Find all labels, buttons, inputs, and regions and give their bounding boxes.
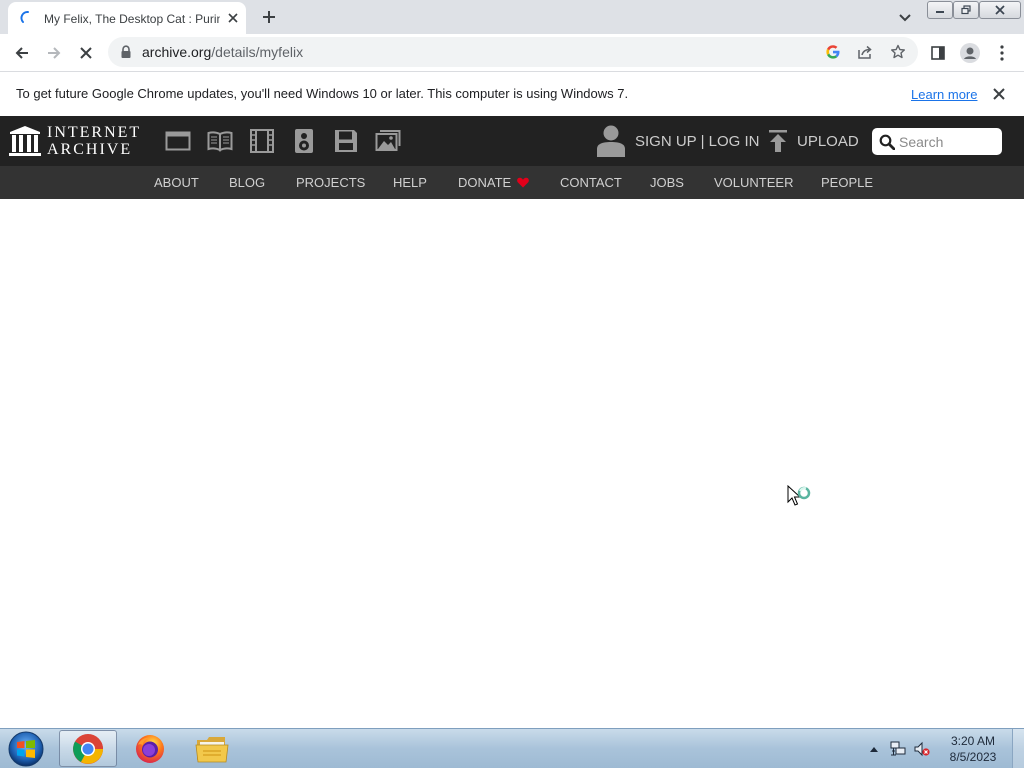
- update-infobar: To get future Google Chrome updates, you…: [0, 71, 1024, 116]
- upload-link[interactable]: UPLOAD: [797, 133, 859, 150]
- address-bar[interactable]: archive.org/details/myfelix: [108, 37, 918, 67]
- ia-wordmark-line1: INTERNET: [47, 124, 142, 141]
- close-window-button[interactable]: [979, 1, 1021, 19]
- side-panel-button[interactable]: [926, 41, 950, 65]
- busy-cursor-icon: [787, 485, 811, 506]
- nav-jobs[interactable]: JOBS: [650, 175, 684, 190]
- star-icon: [891, 44, 905, 59]
- taskbar-chrome[interactable]: [59, 730, 117, 767]
- restore-icon: [961, 5, 971, 15]
- url-path: /details/myfelix: [211, 44, 304, 60]
- chrome-icon: [73, 733, 104, 764]
- auth-links: SIGN UP | LOG IN: [635, 133, 760, 150]
- tab-strip: My Felix, The Desktop Cat : Purin: [0, 0, 1024, 34]
- texts-icon[interactable]: [207, 129, 233, 153]
- auth-separator: |: [696, 133, 709, 150]
- share-icon: [858, 45, 872, 59]
- loading-spinner-icon: [20, 11, 29, 23]
- clock-date: 8/5/2023: [949, 750, 997, 764]
- google-g-icon: [826, 45, 840, 59]
- search-icon[interactable]: [879, 134, 895, 150]
- close-icon: [995, 5, 1005, 15]
- clock-time: 3:20 AM: [950, 734, 996, 748]
- chevron-down-icon[interactable]: [894, 6, 916, 28]
- ia-top-nav: INTERNET ARCHIVE SIGN UP | LOG IN UPLOAD…: [0, 116, 1024, 166]
- browser-toolbar: archive.org/details/myfelix: [0, 34, 1024, 71]
- user-icon[interactable]: [596, 125, 626, 157]
- folder-icon: [195, 736, 229, 762]
- side-panel-icon: [931, 46, 945, 60]
- show-desktop-button[interactable]: [1012, 729, 1024, 768]
- google-translate-button[interactable]: [824, 43, 842, 61]
- sign-up-link[interactable]: SIGN UP: [635, 133, 696, 150]
- browser-tab-active[interactable]: My Felix, The Desktop Cat : Purin: [8, 2, 246, 34]
- ia-search-box: [872, 128, 1002, 155]
- new-tab-icon[interactable]: [258, 6, 280, 28]
- audio-icon[interactable]: [291, 129, 317, 153]
- nav-donate-label: DONATE: [458, 175, 512, 190]
- images-icon[interactable]: [375, 129, 401, 153]
- ia-wordmark-line2: ARCHIVE: [47, 141, 133, 158]
- url-host: archive.org: [142, 44, 212, 60]
- heart-icon: [517, 177, 530, 188]
- close-tab-icon[interactable]: [226, 11, 240, 25]
- system-clock[interactable]: 3:20 AM 8/5/2023: [944, 733, 1002, 765]
- stop-loading-icon: [80, 47, 92, 59]
- lock-icon[interactable]: [120, 45, 132, 59]
- log-in-link[interactable]: LOG IN: [709, 133, 760, 150]
- taskbar-firefox[interactable]: [121, 730, 179, 767]
- upload-icon[interactable]: [768, 130, 788, 152]
- arrow-right-icon: [48, 47, 61, 59]
- infobar-message: To get future Google Chrome updates, you…: [16, 86, 629, 101]
- minimize-button[interactable]: [927, 1, 953, 19]
- nav-blog[interactable]: BLOG: [229, 175, 265, 190]
- share-button[interactable]: [856, 43, 874, 61]
- show-hidden-icons-icon[interactable]: [866, 741, 882, 757]
- software-icon[interactable]: [333, 129, 359, 153]
- nav-volunteer[interactable]: VOLUNTEER: [714, 175, 793, 190]
- page-content: [0, 199, 1024, 728]
- nav-contact[interactable]: CONTACT: [560, 175, 622, 190]
- nav-projects[interactable]: PROJECTS: [296, 175, 365, 190]
- stop-loading-button[interactable]: [74, 41, 98, 65]
- nav-help[interactable]: HELP: [393, 175, 427, 190]
- close-infobar-icon[interactable]: [992, 87, 1006, 101]
- nav-donate[interactable]: DONATE: [458, 175, 530, 190]
- minimize-icon: [936, 11, 944, 13]
- nav-about[interactable]: ABOUT: [154, 175, 199, 190]
- nav-people[interactable]: PEOPLE: [821, 175, 873, 190]
- back-button[interactable]: [10, 41, 34, 65]
- network-icon[interactable]: [890, 741, 906, 757]
- learn-more-link[interactable]: Learn more: [911, 86, 977, 103]
- web-icon[interactable]: [165, 129, 191, 153]
- profile-avatar-icon: [960, 43, 980, 63]
- more-vert-icon: [1000, 45, 1004, 61]
- url-text[interactable]: archive.org/details/myfelix: [142, 43, 303, 61]
- bookmark-button[interactable]: [889, 43, 907, 61]
- ia-logo-icon[interactable]: [9, 125, 41, 157]
- restore-button[interactable]: [953, 1, 979, 19]
- forward-button[interactable]: [42, 41, 66, 65]
- tab-title: My Felix, The Desktop Cat : Purin: [44, 12, 220, 26]
- chrome-menu-button[interactable]: [990, 41, 1014, 65]
- taskbar-file-explorer[interactable]: [183, 730, 241, 767]
- volume-muted-icon[interactable]: [914, 741, 930, 757]
- search-input[interactable]: [899, 131, 997, 152]
- arrow-left-icon: [15, 47, 28, 59]
- windows-start-icon[interactable]: [4, 730, 48, 768]
- firefox-icon: [136, 734, 164, 763]
- video-icon[interactable]: [249, 129, 275, 153]
- ia-wordmark[interactable]: INTERNET ARCHIVE: [47, 124, 141, 158]
- profile-button[interactable]: [958, 41, 982, 65]
- ia-secondary-nav: ABOUT BLOG PROJECTS HELP DONATE CONTACT …: [0, 166, 1024, 199]
- taskbar: 3:20 AM 8/5/2023: [0, 728, 1024, 768]
